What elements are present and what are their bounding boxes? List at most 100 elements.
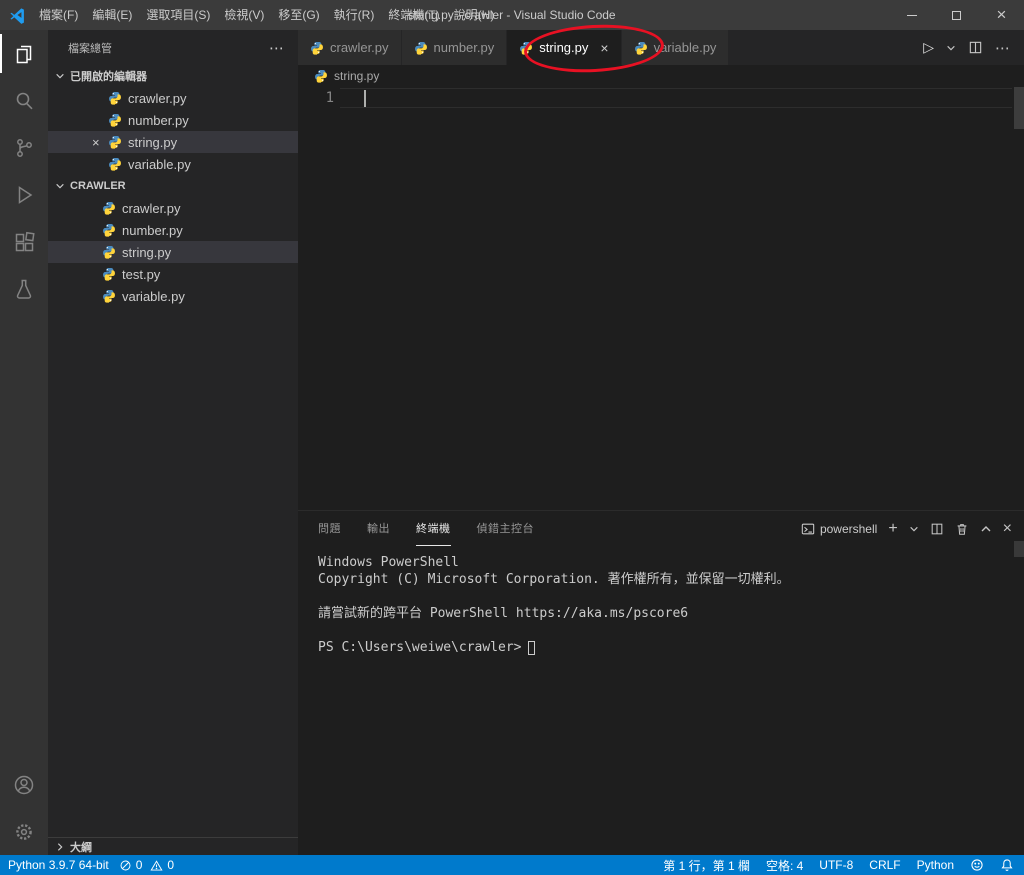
error-count: 0 [135,858,143,872]
minimize-button[interactable] [889,0,934,30]
shell-name: powershell [819,521,878,536]
maximize-button[interactable] [934,0,979,30]
current-line-highlight [340,88,1012,108]
encoding-status[interactable]: UTF-8 [819,858,853,872]
menu-item-edit[interactable]: 編輯(E) [85,0,139,30]
split-editor-icon[interactable] [968,40,983,55]
python-file-icon [414,41,428,55]
panel-scrollbar[interactable] [1014,541,1024,557]
tab-variable-py[interactable]: variable.py [621,30,730,65]
line-number: 1 [325,90,334,106]
feedback-button[interactable] [970,858,984,872]
problems-status[interactable]: 0 0 [119,858,174,872]
settings-button[interactable] [0,808,48,855]
file-tree-item-string-py[interactable]: string.py [48,241,298,263]
indentation-status[interactable]: 空格: 4 [766,857,803,874]
file-tree-item-variable-py[interactable]: variable.py [48,285,298,307]
panel-tab-problems[interactable]: 問題 [318,511,341,546]
account-button[interactable] [0,761,48,808]
panel-header: 問題 輸出 終端機 偵錯主控台 powershell + × [298,511,1024,546]
terminal-line: 請嘗試新的跨平台 PowerShell https://aka.ms/pscor… [318,606,689,621]
eol-status[interactable]: CRLF [869,858,900,872]
panel-tab-terminal[interactable]: 終端機 [416,511,451,546]
file-name: variable.py [122,288,185,304]
menu-item-run[interactable]: 執行(R) [327,0,382,30]
explorer-sidebar: 檔案總管 ⋯ 已開啟的編輯器 crawler.py number.py × st… [48,30,298,855]
activity-explorer-button[interactable] [0,30,48,77]
editor-scrollbar[interactable] [1014,87,1024,129]
close-window-button[interactable]: × [979,0,1024,30]
activity-testing-button[interactable] [0,265,48,312]
open-editor-item-string-py[interactable]: × string.py [48,131,298,153]
close-editor-icon[interactable]: × [92,131,100,153]
tab-label: number.py [433,40,495,55]
tab-number-py[interactable]: number.py [401,30,508,65]
file-name: test.py [122,266,161,282]
more-actions-icon[interactable]: ⋯ [995,39,1010,57]
run-debug-icon [18,185,33,204]
workspace-section-header[interactable]: CRAWLER [48,175,298,197]
feedback-smiley-icon [971,859,983,871]
shell-selector[interactable]: powershell [801,522,877,536]
outline-section-header[interactable]: 大綱 [48,837,298,855]
kill-terminal-trash-icon[interactable] [955,522,969,536]
breadcrumb-file[interactable]: string.py [334,69,379,83]
open-editors-label: 已開啟的編輯器 [70,71,147,83]
panel-tab-debug-console[interactable]: 偵錯主控台 [477,511,535,546]
new-terminal-button[interactable]: + [888,520,897,538]
run-dropdown-chevron-icon[interactable] [946,43,956,53]
activity-search-button[interactable] [0,77,48,124]
editor-content[interactable]: 1 [298,87,1024,510]
chevron-right-icon [52,839,68,855]
bell-icon [1001,859,1013,871]
activity-run-debug-button[interactable] [0,171,48,218]
terminal-prompt: PS C:\Users\weiwe\crawler> [318,640,522,655]
menu-item-go[interactable]: 移至(G) [271,0,326,30]
python-interpreter-status[interactable]: Python 3.9.7 64-bit [8,858,109,872]
split-terminal-icon[interactable] [930,522,944,536]
open-editors-section-header[interactable]: 已開啟的編輯器 [48,65,298,87]
vscode-window: 檔案(F) 編輯(E) 選取項目(S) 檢視(V) 移至(G) 執行(R) 終端… [0,0,1024,875]
open-editor-item-number-py[interactable]: number.py [48,109,298,131]
open-editor-item-crawler-py[interactable]: crawler.py [48,87,298,109]
menu-item-view[interactable]: 檢視(V) [217,0,271,30]
vscode-logo-icon [10,8,24,24]
python-file-icon [634,41,648,55]
menu-item-file[interactable]: 檔案(F) [32,0,85,30]
terminal-cursor [527,640,535,655]
run-file-button[interactable]: ▷ [923,39,934,56]
tab-crawler-py[interactable]: crawler.py [298,30,402,65]
close-panel-icon[interactable]: × [1003,520,1012,538]
close-tab-icon[interactable]: × [600,40,608,56]
bottom-panel: 問題 輸出 終端機 偵錯主控台 powershell + × Windows P… [298,510,1024,855]
activity-source-control-button[interactable] [0,124,48,171]
cursor-position-status[interactable]: 第 1 行，第 1 欄 [663,857,750,874]
file-tree-item-crawler-py[interactable]: crawler.py [48,197,298,219]
terminal-dropdown-chevron-icon[interactable] [909,524,919,534]
python-file-icon [102,245,116,259]
terminal-output[interactable]: Windows PowerShell Copyright (C) Microso… [298,546,1024,855]
activity-extensions-button[interactable] [0,218,48,265]
menu-item-selection[interactable]: 選取項目(S) [139,0,217,30]
open-editor-item-variable-py[interactable]: variable.py [48,153,298,175]
maximize-panel-chevron-icon[interactable] [980,523,992,535]
explorer-more-actions-icon[interactable]: ⋯ [269,39,284,57]
status-bar-left: Python 3.9.7 64-bit 0 0 [8,858,174,872]
warning-count: 0 [167,858,175,872]
python-file-icon [102,223,116,237]
tab-string-py[interactable]: string.py × [507,30,622,65]
file-tree-item-number-py[interactable]: number.py [48,219,298,241]
python-file-icon [102,201,116,215]
language-mode-status[interactable]: Python [917,858,954,872]
editor-area: crawler.py number.py string.py × variabl… [298,30,1024,855]
main-area: 檔案總管 ⋯ 已開啟的編輯器 crawler.py number.py × st… [0,30,1024,855]
notifications-button[interactable] [1000,858,1014,872]
panel-tab-output[interactable]: 輸出 [367,511,390,546]
breadcrumb[interactable]: string.py [298,65,1024,87]
status-bar-right: 第 1 行，第 1 欄 空格: 4 UTF-8 CRLF Python [663,857,1014,874]
file-tree-item-test-py[interactable]: test.py [48,263,298,285]
search-icon [16,92,33,109]
tab-label: string.py [539,40,589,55]
python-file-icon [108,113,122,127]
